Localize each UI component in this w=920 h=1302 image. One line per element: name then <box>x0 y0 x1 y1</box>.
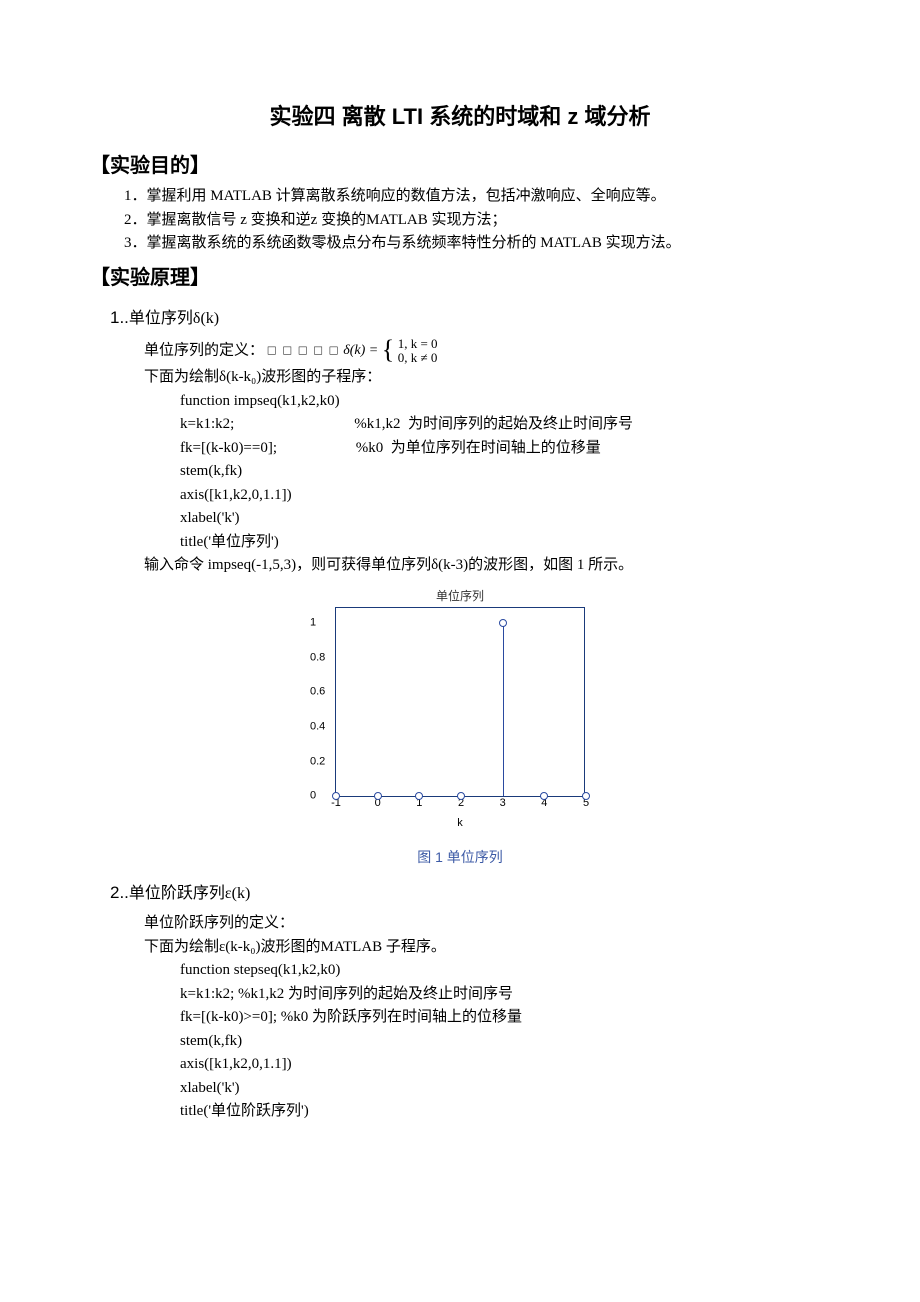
definition-line: 单位序列的定义： □ □ □ □ □ δ(k) = { 1, k = 0 0, … <box>90 337 830 366</box>
code-line: title('单位阶跃序列') <box>90 1100 830 1123</box>
subsection-1-head: 1..单位序列δ(k) <box>90 305 830 331</box>
brace-icon: { <box>382 337 394 363</box>
objective-header: 【实验目的】 <box>90 151 830 181</box>
stem-marker <box>457 792 465 800</box>
subsection-label: 单位序列δ(k) <box>129 310 219 327</box>
code-line: k=k1:k2; %k1,k2 为时间序列的起始及终止时间序号 <box>90 983 830 1006</box>
subsection-number: 1.. <box>110 308 129 327</box>
code-line: function stepseq(k1,k2,k0) <box>90 959 830 982</box>
objective-item: 1．掌握利用 MATLAB 计算离散系统响应的数值方法，包括冲激响应、全响应等。 <box>124 185 830 208</box>
stem-marker <box>582 792 590 800</box>
case-2: 0, k ≠ 0 <box>398 351 438 365</box>
subsection-number: 2.. <box>110 883 129 902</box>
placeholder-squares: □ □ □ □ □ <box>268 342 340 357</box>
figure-caption: 图 1 单位序列 <box>90 847 830 868</box>
code-line: stem(k,fk) <box>90 1030 830 1053</box>
formula-delta: δ(k) = { 1, k = 0 0, k ≠ 0 <box>343 337 437 366</box>
formula-lhs: δ(k) = <box>343 340 378 361</box>
principle-header: 【实验原理】 <box>90 263 830 293</box>
objective-item: 2．掌握离散信号 z 变换和逆z 变换的MATLAB 实现方法； <box>124 209 830 232</box>
text-line: 单位阶跃序列的定义： <box>90 912 830 935</box>
text-line: 下面为绘制δ(k-k₀)波形图的子程序： <box>90 366 830 389</box>
subsection-2-head: 2..单位阶跃序列ε(k) <box>90 880 830 906</box>
stem-marker <box>332 792 340 800</box>
code-line: fk=[(k-k0)>=0]; %k0 为阶跃序列在时间轴上的位移量 <box>90 1006 830 1029</box>
objective-item: 3．掌握离散系统的系统函数零极点分布与系统频率特性分析的 MATLAB 实现方法… <box>124 232 830 255</box>
chart-ytick: 0.4 <box>310 718 325 735</box>
chart-ytick: 0.8 <box>310 649 325 666</box>
chart-ytick: 1 <box>310 615 316 632</box>
formula-cases: 1, k = 0 0, k ≠ 0 <box>398 337 438 366</box>
stem-marker <box>499 619 507 627</box>
chart-frame: 00.20.40.60.81-1012345 k <box>335 607 585 832</box>
chart-title: 单位序列 <box>90 587 830 605</box>
code-line: title('单位序列') <box>90 531 830 554</box>
code-line: xlabel('k') <box>90 1077 830 1100</box>
code-line: axis([k1,k2,0,1.1]) <box>90 1053 830 1076</box>
subsection-label: 单位阶跃序列ε(k) <box>129 885 250 902</box>
code-line: k=k1:k2; %k1,k2 为时间序列的起始及终止时间序号 <box>90 413 830 436</box>
code-line: stem(k,fk) <box>90 460 830 483</box>
code-line: xlabel('k') <box>90 507 830 530</box>
stem-marker <box>540 792 548 800</box>
chart-xlabel: k <box>335 815 585 832</box>
page-title: 实验四 离散 LTI 系统的时域和 z 域分析 <box>90 100 830 133</box>
case-1: 1, k = 0 <box>398 337 438 351</box>
code-line: fk=[(k-k0)==0]; %k0 为单位序列在时间轴上的位移量 <box>90 437 830 460</box>
def-prefix: 单位序列的定义： <box>144 342 264 358</box>
stem-line <box>503 623 504 796</box>
code-line: axis([k1,k2,0,1.1]) <box>90 484 830 507</box>
figure-1: 单位序列 00.20.40.60.81-1012345 k 图 1 单位序列 <box>90 587 830 869</box>
stem-marker <box>374 792 382 800</box>
text-line: 下面为绘制ε(k-k₀)波形图的MATLAB 子程序。 <box>90 936 830 959</box>
chart-ytick: 0 <box>310 787 316 804</box>
chart-xtick: 3 <box>500 795 506 812</box>
stem-marker <box>415 792 423 800</box>
chart-ytick: 0.6 <box>310 684 325 701</box>
chart-ytick: 0.2 <box>310 753 325 770</box>
stem-plot: 00.20.40.60.81-1012345 <box>335 607 585 797</box>
text-line: 输入命令 impseq(-1,5,3)，则可获得单位序列δ(k-3)的波形图，如… <box>90 554 830 577</box>
code-line: function impseq(k1,k2,k0) <box>90 390 830 413</box>
